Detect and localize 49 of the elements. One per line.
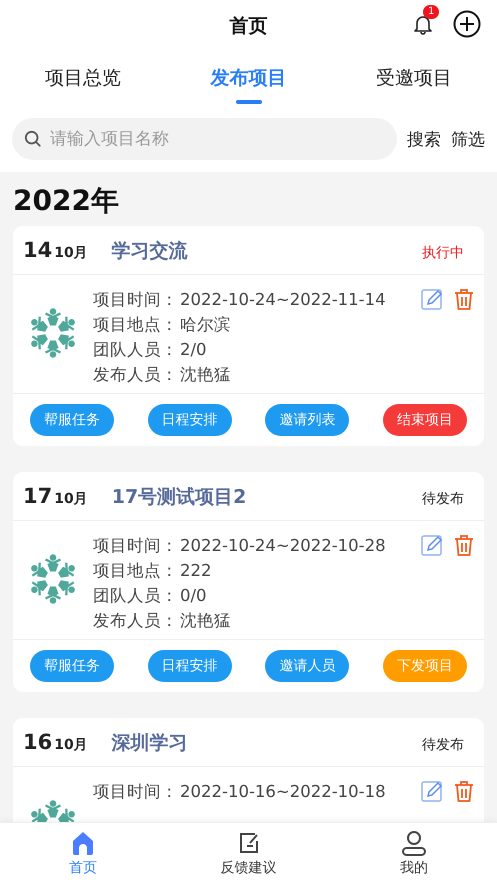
project-name[interactable]: 学习交流: [112, 238, 422, 264]
tab[interactable]: 发布项目: [166, 52, 332, 110]
info-line: 项目地点：222: [93, 560, 212, 582]
add-icon[interactable]: [453, 10, 481, 38]
edit-icon[interactable]: [420, 779, 444, 803]
action-button[interactable]: 下发项目: [383, 650, 468, 682]
tab[interactable]: 受邀项目: [331, 52, 497, 110]
action-button[interactable]: 邀请人员: [265, 650, 350, 682]
status-label: 执行中: [422, 244, 464, 262]
project-name[interactable]: 深圳学习: [112, 730, 422, 756]
month-label: 10月: [54, 736, 88, 754]
action-button[interactable]: 帮服任务: [30, 404, 114, 436]
month-label: 10月: [54, 244, 88, 262]
info-line: 发布人员：沈艳猛: [93, 610, 232, 632]
page-title: 首页: [230, 14, 268, 39]
trash-icon[interactable]: [452, 533, 476, 557]
action-button[interactable]: 日程安排: [148, 404, 232, 436]
info-line: 项目时间：2022-10-24~2022-10-28: [93, 535, 387, 557]
nav-item[interactable]: 首页: [0, 823, 166, 883]
info-line: 团队人员：2/0: [93, 339, 208, 361]
info-line: 团队人员：0/0: [93, 585, 208, 607]
tab[interactable]: 项目总览: [0, 52, 166, 110]
day-number: 14: [23, 238, 52, 262]
action-button[interactable]: 结束项目: [383, 404, 468, 436]
info-line: 项目地点：哈尔滨: [93, 314, 232, 336]
day-number: 16: [23, 730, 52, 754]
project-name[interactable]: 17号测试项目2: [112, 484, 422, 510]
edit-icon[interactable]: [420, 287, 444, 311]
year-heading: 2022年: [13, 183, 120, 219]
notification-badge: 1: [423, 5, 440, 19]
day-number: 17: [23, 484, 52, 508]
trash-icon[interactable]: [452, 287, 476, 311]
month-label: 10月: [54, 490, 88, 508]
action-button[interactable]: 帮服任务: [30, 650, 114, 682]
action-button[interactable]: 日程安排: [148, 650, 232, 682]
action-button[interactable]: 邀请列表: [265, 404, 350, 436]
search-button[interactable]: 搜索: [407, 128, 441, 150]
nav-item[interactable]: 我的: [331, 823, 497, 883]
status-label: 待发布: [422, 736, 464, 754]
info-line: 发布人员：沈艳猛: [93, 364, 232, 386]
user-icon: [400, 829, 428, 857]
filter-button[interactable]: 筛选: [451, 128, 485, 150]
trash-icon[interactable]: [452, 779, 476, 803]
status-label: 待发布: [422, 490, 464, 508]
edit-icon[interactable]: [420, 533, 444, 557]
info-line: 项目时间：2022-10-16~2022-10-18: [93, 781, 387, 803]
info-line: 项目时间：2022-10-24~2022-11-14: [93, 289, 387, 311]
nav-item[interactable]: 反馈建议: [166, 823, 332, 883]
search-field[interactable]: 请输入项目名称: [12, 118, 397, 160]
